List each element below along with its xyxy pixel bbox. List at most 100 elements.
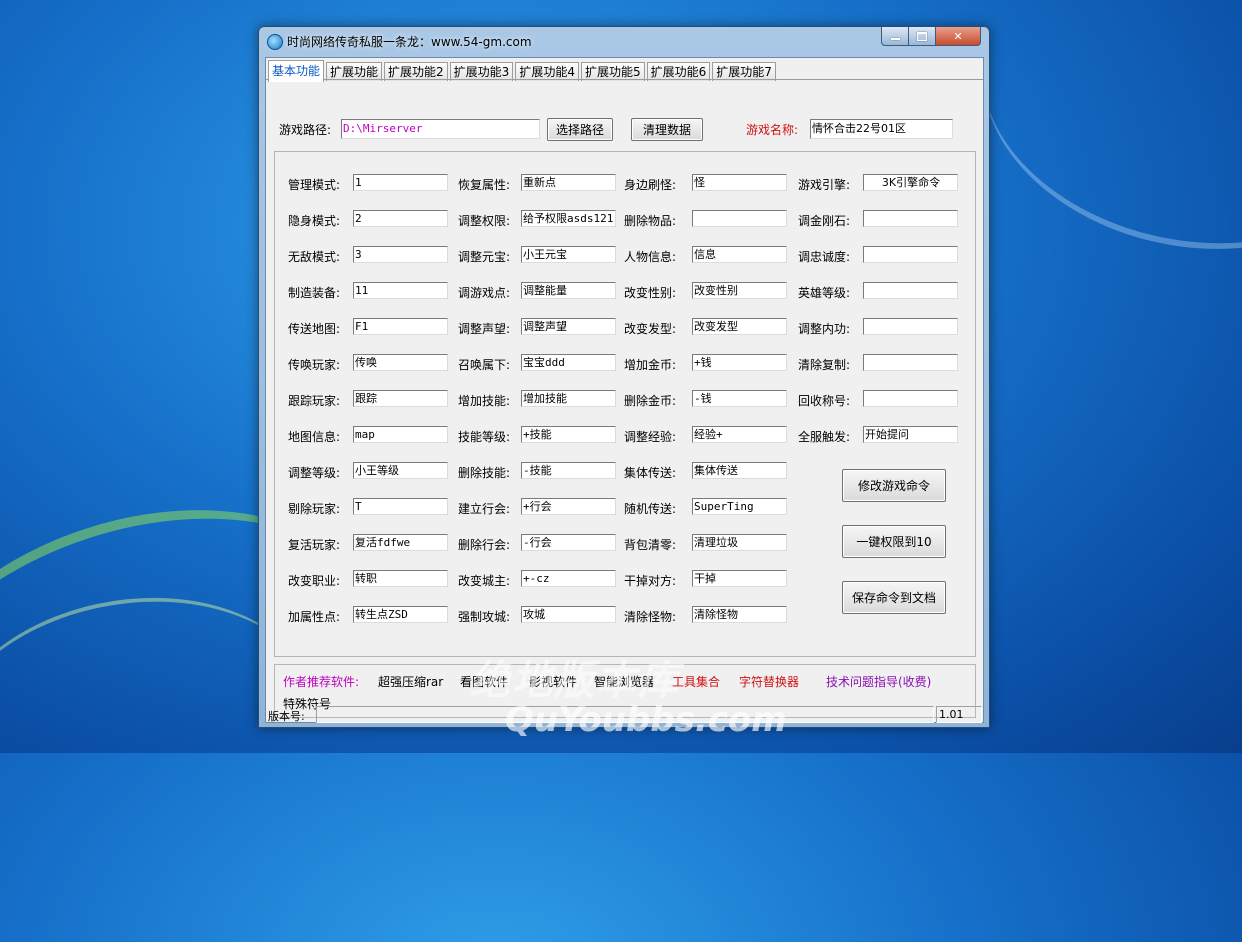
clean-data-button[interactable]: 清理数据 — [631, 118, 703, 141]
command-input[interactable]: SuperTing — [692, 498, 787, 515]
field-label: 回收称号: — [798, 394, 851, 408]
command-input[interactable]: +-cz — [521, 570, 616, 587]
field-label: 干掉对方: — [624, 574, 677, 588]
link-compress-rar[interactable]: 超强压缩rar — [378, 673, 443, 690]
command-input[interactable]: 3K引擎命令 — [863, 174, 958, 191]
field-label: 改变职业: — [288, 574, 341, 588]
command-input[interactable]: 信息 — [692, 246, 787, 263]
command-input[interactable]: 集体传送 — [692, 462, 787, 479]
command-input[interactable] — [863, 318, 958, 335]
command-input[interactable]: -行会 — [521, 534, 616, 551]
command-input[interactable] — [863, 390, 958, 407]
field-label: 改变城主: — [458, 574, 511, 588]
command-input[interactable]: map — [353, 426, 448, 443]
command-input[interactable]: 转生点ZSD — [353, 606, 448, 623]
client-area: 基本功能 扩展功能 扩展功能2 扩展功能3 扩展功能4 扩展功能5 扩展功能6 … — [265, 57, 984, 723]
command-input[interactable]: 小王元宝 — [521, 246, 616, 263]
command-input[interactable]: 传唤 — [353, 354, 448, 371]
link-tech-support[interactable]: 技术问题指导(收费) — [826, 673, 931, 690]
watermark-logo: 绝地版本库 — [470, 657, 680, 704]
version-label: 版本号: — [268, 710, 305, 723]
field-label: 地图信息: — [288, 430, 341, 444]
command-input[interactable]: 经验+ — [692, 426, 787, 443]
command-input[interactable]: 3 — [353, 246, 448, 263]
one-click-permission-button[interactable]: 一键权限到10 — [842, 525, 946, 558]
command-input[interactable]: 清除怪物 — [692, 606, 787, 623]
field-label: 调整等级: — [288, 466, 341, 480]
field-label: 管理模式: — [288, 178, 341, 192]
command-input[interactable]: T — [353, 498, 448, 515]
command-input[interactable]: +技能 — [521, 426, 616, 443]
field-label: 删除金币: — [624, 394, 677, 408]
command-input[interactable] — [863, 210, 958, 227]
command-input[interactable]: 转职 — [353, 570, 448, 587]
game-path-input[interactable]: D:\Mirserver — [341, 119, 540, 139]
game-name-input[interactable]: 情怀合击22号01区 — [810, 119, 953, 139]
command-input[interactable] — [863, 354, 958, 371]
command-input[interactable]: 干掉 — [692, 570, 787, 587]
command-input[interactable]: 重新点 — [521, 174, 616, 191]
modify-game-commands-button[interactable]: 修改游戏命令 — [842, 469, 946, 502]
command-input[interactable]: 开始提问 — [863, 426, 958, 443]
field-label: 传唤玩家: — [288, 358, 341, 372]
maximize-icon — [917, 31, 927, 41]
field-label: 身边刷怪: — [624, 178, 677, 192]
command-input[interactable]: 调整能量 — [521, 282, 616, 299]
field-label: 改变性别: — [624, 286, 677, 300]
close-button[interactable]: ✕ — [936, 27, 981, 46]
field-label: 隐身模式: — [288, 214, 341, 228]
command-input[interactable]: 改变发型 — [692, 318, 787, 335]
field-label: 复活玩家: — [288, 538, 341, 552]
field-label: 随机传送: — [624, 502, 677, 516]
field-label: 剔除玩家: — [288, 502, 341, 516]
link-char-replacer[interactable]: 字符替换器 — [739, 673, 799, 690]
command-input[interactable] — [863, 246, 958, 263]
command-input[interactable]: 调整声望 — [521, 318, 616, 335]
command-input[interactable]: 2 — [353, 210, 448, 227]
version-value: 1.01 — [936, 706, 982, 723]
field-label: 召唤属下: — [458, 358, 511, 372]
field-label: 调整内功: — [798, 322, 851, 336]
command-input[interactable]: +行会 — [521, 498, 616, 515]
save-commands-button[interactable]: 保存命令到文档 — [842, 581, 946, 614]
command-input[interactable]: 跟踪 — [353, 390, 448, 407]
command-input[interactable]: +钱 — [692, 354, 787, 371]
command-input[interactable]: -钱 — [692, 390, 787, 407]
command-input[interactable]: 1 — [353, 174, 448, 191]
command-input[interactable] — [692, 210, 787, 227]
command-input[interactable]: 增加技能 — [521, 390, 616, 407]
field-label: 跟踪玩家: — [288, 394, 341, 408]
command-input[interactable]: 攻城 — [521, 606, 616, 623]
command-input[interactable]: 宝宝ddd — [521, 354, 616, 371]
tab-basic[interactable]: 基本功能 — [268, 60, 325, 82]
field-label: 全服触发: — [798, 430, 851, 444]
command-input[interactable]: 给予权限asds121; — [521, 210, 616, 227]
field-label: 删除物品: — [624, 214, 677, 228]
close-icon: ✕ — [953, 29, 963, 43]
maximize-button[interactable] — [909, 27, 936, 46]
command-input[interactable]: F1 — [353, 318, 448, 335]
command-input[interactable]: 清理垃圾 — [692, 534, 787, 551]
title-bar[interactable]: 时尚网络传奇私服一条龙：www.54-gm.com ✕ — [259, 27, 989, 53]
command-input[interactable]: 小王等级 — [353, 462, 448, 479]
field-label: 加属性点: — [288, 610, 341, 624]
command-input[interactable]: -技能 — [521, 462, 616, 479]
field-label: 调游戏点: — [458, 286, 511, 300]
field-label: 删除技能: — [458, 466, 511, 480]
tab-bar: 基本功能 扩展功能 扩展功能2 扩展功能3 扩展功能4 扩展功能5 扩展功能6 … — [268, 60, 778, 82]
command-input[interactable]: 复活fdfwe — [353, 534, 448, 551]
command-input[interactable]: 11 — [353, 282, 448, 299]
minimize-button[interactable] — [881, 27, 909, 46]
field-label: 调整元宝: — [458, 250, 511, 264]
app-window: 时尚网络传奇私服一条龙：www.54-gm.com ✕ 基本功能 扩展功能 扩展… — [258, 26, 990, 728]
field-label: 技能等级: — [458, 430, 511, 444]
command-input[interactable] — [863, 282, 958, 299]
field-label: 清除复制: — [798, 358, 851, 372]
wallpaper-swirl — [952, 0, 1242, 287]
choose-path-button[interactable]: 选择路径 — [547, 118, 613, 141]
field-label: 英雄等级: — [798, 286, 851, 300]
tab-divider — [266, 79, 983, 80]
window-title: 时尚网络传奇私服一条龙：www.54-gm.com — [287, 35, 532, 49]
command-input[interactable]: 改变性别 — [692, 282, 787, 299]
command-input[interactable]: 怪 — [692, 174, 787, 191]
